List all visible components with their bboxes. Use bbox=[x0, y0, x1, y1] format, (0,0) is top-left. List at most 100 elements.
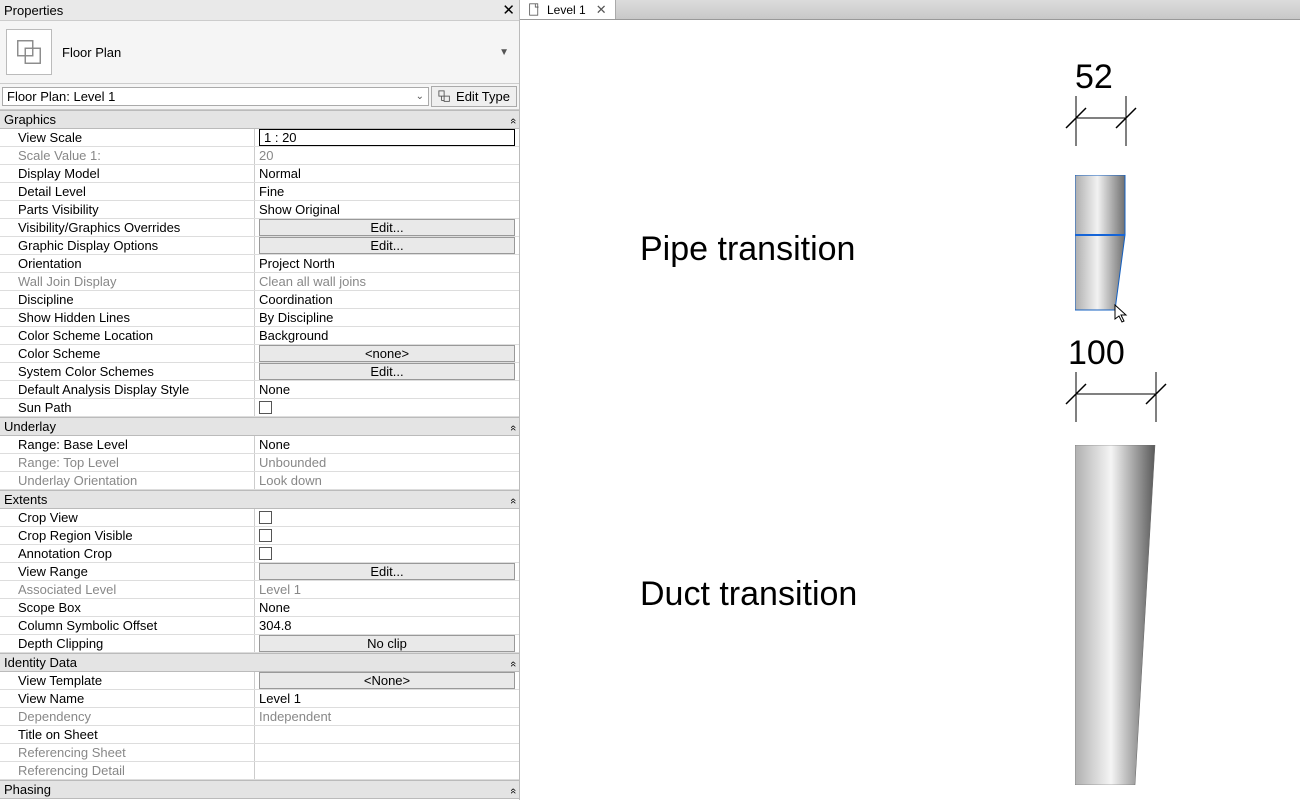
property-value[interactable]: Edit... bbox=[255, 219, 519, 236]
drawing-canvas[interactable]: 52 Pipe transition bbox=[520, 20, 1300, 800]
property-value bbox=[255, 762, 519, 779]
value-button[interactable]: <None> bbox=[259, 672, 515, 689]
property-row: Crop View bbox=[0, 509, 519, 527]
property-row: View Scale 1 : 20 bbox=[0, 129, 519, 147]
instance-dropdown[interactable]: Floor Plan: Level 1 ⌄ bbox=[2, 87, 429, 106]
instance-name: Floor Plan: Level 1 bbox=[7, 89, 115, 104]
property-name: Default Analysis Display Style bbox=[6, 382, 189, 397]
property-row: OrientationProject North bbox=[0, 255, 519, 273]
value-button[interactable]: <none> bbox=[259, 345, 515, 362]
property-value[interactable] bbox=[255, 726, 519, 743]
property-value[interactable]: Show Original bbox=[255, 201, 519, 218]
property-value[interactable]: Edit... bbox=[255, 563, 519, 580]
property-name: View Name bbox=[6, 691, 84, 706]
property-name: Column Symbolic Offset bbox=[6, 618, 157, 633]
collapse-icon[interactable]: « bbox=[507, 787, 519, 791]
property-name: View Scale bbox=[6, 130, 82, 145]
property-value[interactable] bbox=[255, 399, 519, 416]
property-value: Unbounded bbox=[255, 454, 519, 471]
property-row: Show Hidden Lines By Discipline bbox=[0, 309, 519, 327]
collapse-icon[interactable]: « bbox=[507, 660, 519, 664]
checkbox[interactable] bbox=[259, 547, 272, 560]
property-value: Independent bbox=[255, 708, 519, 725]
property-value[interactable]: 1 : 20 bbox=[255, 129, 519, 146]
property-row: Sun Path bbox=[0, 399, 519, 417]
property-name: Scope Box bbox=[6, 600, 81, 615]
property-name: Annotation Crop bbox=[6, 546, 112, 561]
property-row: Color Scheme LocationBackground bbox=[0, 327, 519, 345]
property-value[interactable]: Edit... bbox=[255, 237, 519, 254]
property-value[interactable]: <none> bbox=[255, 345, 519, 362]
property-name: Parts Visibility bbox=[6, 202, 99, 217]
property-value[interactable] bbox=[255, 509, 519, 526]
checkbox[interactable] bbox=[259, 511, 272, 524]
property-value[interactable]: None bbox=[255, 599, 519, 616]
property-value[interactable]: Normal bbox=[255, 165, 519, 182]
value-button[interactable]: Edit... bbox=[259, 563, 515, 580]
collapse-icon[interactable]: « bbox=[507, 497, 519, 501]
property-row: View Name Level 1 bbox=[0, 690, 519, 708]
property-value[interactable]: Coordination bbox=[255, 291, 519, 308]
property-value[interactable]: Background bbox=[255, 327, 519, 344]
edit-type-button[interactable]: Edit Type bbox=[431, 86, 517, 107]
value-input[interactable]: 1 : 20 bbox=[259, 129, 515, 146]
property-value[interactable]: No clip bbox=[255, 635, 519, 652]
property-row: Parts Visibility Show Original bbox=[0, 201, 519, 219]
value-button[interactable]: Edit... bbox=[259, 219, 515, 236]
type-name: Floor Plan bbox=[62, 45, 499, 60]
chevron-down-icon: ▼ bbox=[499, 47, 513, 58]
property-row: Range: Top LevelUnbounded bbox=[0, 454, 519, 472]
property-value bbox=[255, 744, 519, 761]
property-row: Detail Level Fine bbox=[0, 183, 519, 201]
property-row: Referencing Sheet bbox=[0, 744, 519, 762]
collapse-icon[interactable]: « bbox=[507, 424, 519, 428]
checkbox[interactable] bbox=[259, 401, 272, 414]
property-name: Detail Level bbox=[6, 184, 86, 199]
close-icon[interactable]: ✕ bbox=[502, 1, 515, 19]
property-value[interactable]: 304.8 bbox=[255, 617, 519, 634]
checkbox[interactable] bbox=[259, 529, 272, 542]
group-header[interactable]: Graphics« bbox=[0, 110, 519, 129]
property-value: Level 1 bbox=[255, 581, 519, 598]
collapse-icon[interactable]: « bbox=[507, 117, 519, 121]
properties-panel: Properties ✕ Floor Plan ▼ Floor Plan: Le… bbox=[0, 0, 520, 800]
dimension-line-pipe bbox=[1056, 96, 1146, 149]
group-header[interactable]: Phasing« bbox=[0, 780, 519, 799]
property-value[interactable]: Edit... bbox=[255, 363, 519, 380]
duct-transition-element[interactable] bbox=[1075, 445, 1165, 788]
property-value[interactable]: None bbox=[255, 436, 519, 453]
type-selector[interactable]: Floor Plan ▼ bbox=[0, 21, 519, 84]
group-header[interactable]: Extents « bbox=[0, 490, 519, 509]
document-icon bbox=[528, 3, 541, 16]
group-name: Extents bbox=[4, 492, 47, 507]
close-icon[interactable]: ✕ bbox=[596, 2, 607, 18]
value-button[interactable]: No clip bbox=[259, 635, 515, 652]
pipe-transition-element[interactable] bbox=[1075, 175, 1135, 318]
property-row: Visibility/Graphics OverridesEdit... bbox=[0, 219, 519, 237]
property-name: Depth Clipping bbox=[6, 636, 103, 651]
property-value[interactable]: Fine bbox=[255, 183, 519, 200]
property-value[interactable]: Level 1 bbox=[255, 690, 519, 707]
view-tab-level1[interactable]: Level 1 ✕ bbox=[520, 0, 616, 19]
view-tab-bar: Level 1 ✕ bbox=[520, 0, 1300, 20]
property-row: Range: Base LevelNone bbox=[0, 436, 519, 454]
property-value[interactable]: Project North bbox=[255, 255, 519, 272]
property-name: Referencing Sheet bbox=[6, 745, 126, 760]
group-header[interactable]: Underlay« bbox=[0, 417, 519, 436]
property-row: Discipline Coordination bbox=[0, 291, 519, 309]
property-name: Show Hidden Lines bbox=[6, 310, 130, 325]
property-value[interactable]: <None> bbox=[255, 672, 519, 689]
group-header[interactable]: Identity Data« bbox=[0, 653, 519, 672]
property-row: Underlay OrientationLook down bbox=[0, 472, 519, 490]
value-button[interactable]: Edit... bbox=[259, 237, 515, 254]
property-name: Crop Region Visible bbox=[6, 528, 133, 543]
property-value[interactable]: By Discipline bbox=[255, 309, 519, 326]
property-name: Discipline bbox=[6, 292, 74, 307]
property-name: Crop View bbox=[6, 510, 78, 525]
properties-list[interactable]: Graphics«View Scale1 : 20Scale Value 1:2… bbox=[0, 110, 519, 800]
panel-title: Properties bbox=[4, 3, 63, 18]
property-value[interactable] bbox=[255, 527, 519, 544]
value-button[interactable]: Edit... bbox=[259, 363, 515, 380]
property-value[interactable]: None bbox=[255, 381, 519, 398]
property-value[interactable] bbox=[255, 545, 519, 562]
